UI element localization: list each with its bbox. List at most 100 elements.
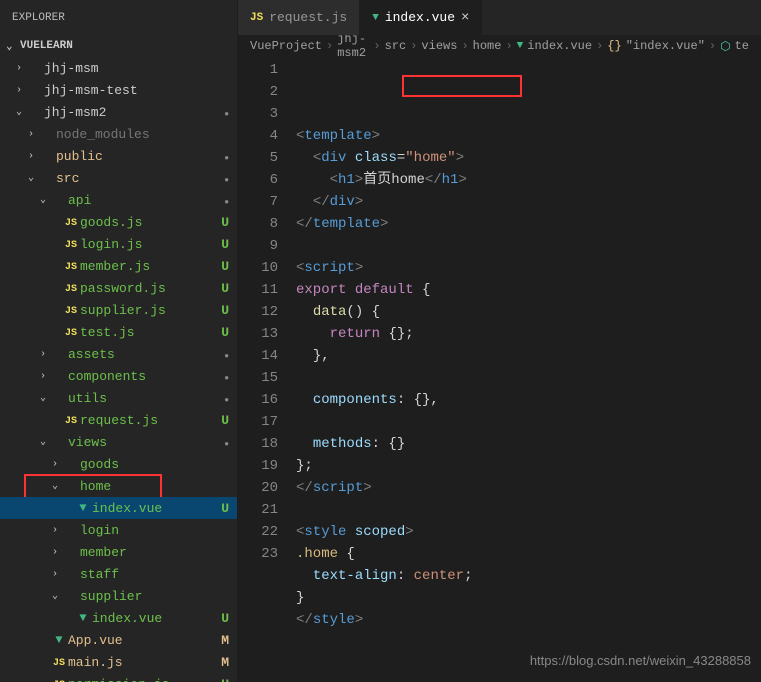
- code-line[interactable]: </script>: [296, 477, 761, 499]
- git-status-badge: [213, 105, 229, 120]
- code-line[interactable]: <script>: [296, 257, 761, 279]
- line-gutter: 1234567891011121314151617181920212223: [238, 57, 296, 682]
- tree-item-supplier[interactable]: ⌄supplier: [0, 585, 237, 607]
- code-line[interactable]: [296, 367, 761, 389]
- tree-item-password-js[interactable]: JSpassword.jsU: [0, 277, 237, 299]
- js-file-icon: JS: [62, 259, 80, 273]
- code-line[interactable]: <div class="home">: [296, 147, 761, 169]
- code-line[interactable]: [296, 499, 761, 521]
- tree-item-permission-js[interactable]: JSpermission.jsU: [0, 673, 237, 682]
- code-line[interactable]: },: [296, 345, 761, 367]
- chevron-down-icon: ⌄: [6, 39, 20, 53]
- file-tree: ›jhj-msm›jhj-msm-test⌄jhj-msm2›node_modu…: [0, 57, 237, 682]
- tree-item-test-js[interactable]: JStest.jsU: [0, 321, 237, 343]
- tree-item-App-vue[interactable]: ▼App.vueM: [0, 629, 237, 651]
- tree-item-label: member.js: [80, 259, 213, 274]
- tree-item-goods[interactable]: ›goods: [0, 453, 237, 475]
- explorer-sidebar: EXPLORER ⌄ VUELEARN ›jhj-msm›jhj-msm-tes…: [0, 0, 238, 682]
- breadcrumb-part[interactable]: src: [385, 39, 407, 53]
- chevron-right-icon: ›: [48, 569, 62, 580]
- code-line[interactable]: data() {: [296, 301, 761, 323]
- tree-item-components[interactable]: ›components: [0, 365, 237, 387]
- tree-item-staff[interactable]: ›staff: [0, 563, 237, 585]
- breadcrumb[interactable]: VueProject›jhj-msm2›src›views›home›▼inde…: [238, 35, 761, 57]
- tab-index-vue[interactable]: ▼index.vue×: [360, 0, 482, 35]
- code-line[interactable]: <template>: [296, 125, 761, 147]
- tree-item-main-js[interactable]: JSmain.jsM: [0, 651, 237, 673]
- tree-item-src[interactable]: ⌄src: [0, 167, 237, 189]
- code-line[interactable]: [296, 235, 761, 257]
- tree-item-member-js[interactable]: JSmember.jsU: [0, 255, 237, 277]
- tree-item-label: node_modules: [56, 127, 213, 142]
- code-line[interactable]: </div>: [296, 191, 761, 213]
- tree-item-label: request.js: [80, 413, 213, 428]
- tab-request-js[interactable]: JSrequest.js: [238, 0, 360, 35]
- watermark: https://blog.csdn.net/weixin_43288858: [530, 653, 751, 668]
- line-number: 17: [238, 411, 278, 433]
- tree-item-node_modules[interactable]: ›node_modules: [0, 123, 237, 145]
- tree-item-label: home: [80, 479, 213, 494]
- code-line[interactable]: .home {: [296, 543, 761, 565]
- chevron-right-icon: ›: [24, 151, 38, 162]
- tree-item-supplier-js[interactable]: JSsupplier.jsU: [0, 299, 237, 321]
- tree-item-assets[interactable]: ›assets: [0, 343, 237, 365]
- explorer-title: EXPLORER: [0, 0, 237, 35]
- close-icon[interactable]: ×: [461, 10, 469, 26]
- tree-item-member[interactable]: ›member: [0, 541, 237, 563]
- code-line[interactable]: components: {},: [296, 389, 761, 411]
- line-number: 3: [238, 103, 278, 125]
- tree-item-views[interactable]: ⌄views: [0, 431, 237, 453]
- line-number: 20: [238, 477, 278, 499]
- tree-item-login[interactable]: ›login: [0, 519, 237, 541]
- code-line[interactable]: <style scoped>: [296, 521, 761, 543]
- tree-item-jhj-msm2[interactable]: ⌄jhj-msm2: [0, 101, 237, 123]
- code-content[interactable]: <template> <div class="home"> <h1>首页home…: [296, 57, 761, 682]
- tree-item-index-vue[interactable]: ▼index.vueU: [0, 497, 237, 519]
- code-line[interactable]: export default {: [296, 279, 761, 301]
- tree-item-login-js[interactable]: JSlogin.jsU: [0, 233, 237, 255]
- tree-item-jhj-msm-test[interactable]: ›jhj-msm-test: [0, 79, 237, 101]
- code-line[interactable]: return {};: [296, 323, 761, 345]
- tree-item-request-js[interactable]: JSrequest.jsU: [0, 409, 237, 431]
- code-line[interactable]: </style>: [296, 609, 761, 631]
- code-line[interactable]: <h1>首页home</h1>: [296, 169, 761, 191]
- git-status-badge: [213, 347, 229, 362]
- tree-item-index-vue[interactable]: ▼index.vueU: [0, 607, 237, 629]
- highlight-box-code: [402, 75, 522, 97]
- git-status-badge: U: [213, 281, 229, 296]
- code-line[interactable]: [296, 411, 761, 433]
- code-line[interactable]: }: [296, 587, 761, 609]
- tree-item-label: member: [80, 545, 213, 560]
- git-status-badge: U: [213, 501, 229, 516]
- tree-item-label: supplier.js: [80, 303, 213, 318]
- tree-item-utils[interactable]: ⌄utils: [0, 387, 237, 409]
- tree-item-goods-js[interactable]: JSgoods.jsU: [0, 211, 237, 233]
- breadcrumb-part[interactable]: home: [473, 39, 502, 53]
- tree-item-label: views: [68, 435, 213, 450]
- tree-item-label: src: [56, 171, 213, 186]
- breadcrumb-part[interactable]: jhj-msm2: [337, 35, 369, 57]
- breadcrumb-symbol[interactable]: "index.vue": [626, 39, 705, 53]
- js-file-icon: JS: [62, 215, 80, 229]
- tree-item-home[interactable]: ⌄home: [0, 475, 237, 497]
- line-number: 10: [238, 257, 278, 279]
- code-line[interactable]: </template>: [296, 213, 761, 235]
- breadcrumb-tail[interactable]: te: [735, 39, 749, 53]
- code-line[interactable]: text-align: center;: [296, 565, 761, 587]
- tree-item-api[interactable]: ⌄api: [0, 189, 237, 211]
- breadcrumb-file[interactable]: index.vue: [527, 39, 592, 53]
- code-line[interactable]: methods: {}: [296, 433, 761, 455]
- tree-item-label: test.js: [80, 325, 213, 340]
- code-line[interactable]: };: [296, 455, 761, 477]
- git-status-badge: [213, 391, 229, 406]
- tree-item-public[interactable]: ›public: [0, 145, 237, 167]
- breadcrumb-part[interactable]: VueProject: [250, 39, 322, 53]
- line-number: 19: [238, 455, 278, 477]
- breadcrumb-part[interactable]: views: [421, 39, 457, 53]
- git-status-badge: U: [213, 677, 229, 682]
- git-status-badge: [213, 171, 229, 186]
- tree-item-label: goods.js: [80, 215, 213, 230]
- project-header[interactable]: ⌄ VUELEARN: [0, 35, 237, 57]
- tree-item-jhj-msm[interactable]: ›jhj-msm: [0, 57, 237, 79]
- line-number: 14: [238, 345, 278, 367]
